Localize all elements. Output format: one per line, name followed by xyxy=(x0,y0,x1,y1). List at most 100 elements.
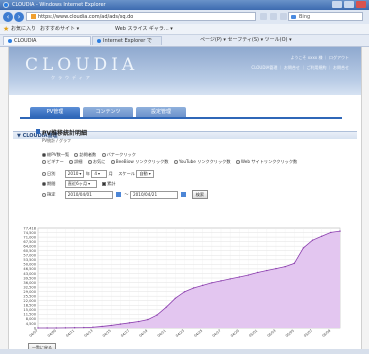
y-tick-label: 57,000 xyxy=(23,254,36,258)
data-point xyxy=(92,326,94,328)
web-slice-link[interactable]: Web スライス ギャラ... ▾ xyxy=(115,24,173,34)
radio-detail[interactable] xyxy=(69,160,74,164)
tab-ie[interactable]: Internet Explorer では... xyxy=(92,36,162,53)
search-button[interactable]: 検索 xyxy=(191,190,209,199)
data-point xyxy=(247,274,250,276)
tab-pv[interactable]: PV管理 xyxy=(30,107,80,117)
radio-website[interactable] xyxy=(235,160,240,164)
x-tick-label: 04/09 xyxy=(47,329,57,338)
x-tick-label: 05/07 xyxy=(303,329,313,338)
ie-icon xyxy=(3,2,9,8)
tab-favicon-icon xyxy=(8,38,12,43)
x-tick-label: 04/15 xyxy=(102,329,112,338)
url-text: https://www.cloudia.com/ad/ads/sq.do xyxy=(38,14,134,20)
data-point xyxy=(165,306,167,309)
tab-bar: CLOUDIA Internet Explorer では... ページ(P) ▾… xyxy=(0,35,369,53)
tab-contents[interactable]: コンテンツ xyxy=(83,107,133,117)
y-tick-label: 60,500 xyxy=(23,249,36,253)
range-to-field[interactable]: 2010/04/21 xyxy=(129,190,178,199)
y-tick-label: 74,500 xyxy=(23,231,36,235)
radio-favorites[interactable] xyxy=(87,160,92,164)
forward-arrow-icon[interactable]: › xyxy=(14,12,24,22)
calendar-icon[interactable] xyxy=(181,192,187,197)
user-info[interactable]: ようこそ xxxx 様 ｜ ログアウト xyxy=(290,55,349,61)
data-point xyxy=(192,287,195,289)
data-point xyxy=(321,235,323,237)
site-logo[interactable]: CLOUDIA xyxy=(25,55,138,75)
search-placeholder: Bing xyxy=(299,14,311,20)
refresh-icon[interactable] xyxy=(270,13,277,20)
y-tick-label: 46,500 xyxy=(23,267,36,271)
y-tick-label: 67,500 xyxy=(23,240,36,244)
radio-label: 詳細 xyxy=(74,159,83,164)
year-select[interactable]: 2010 xyxy=(64,170,85,178)
x-tick-label: 04/13 xyxy=(83,329,93,338)
scale-select[interactable]: 自動 xyxy=(136,170,154,178)
y-tick-label: 29,000 xyxy=(23,290,36,294)
x-tick-label: 04/27 xyxy=(212,329,222,338)
calendar-icon[interactable] xyxy=(116,192,122,197)
lock-icon[interactable] xyxy=(260,13,267,20)
period-select[interactable]: 直近6ヶ月 xyxy=(64,180,97,188)
y-tick-label: 43,000 xyxy=(23,272,36,276)
data-point xyxy=(229,278,231,280)
pv-chart: 77,418 74,500 71,000 67,500 64,000 60,500 57,0… xyxy=(12,224,348,342)
y-tick-label: 77,418 xyxy=(23,226,36,230)
radio-range[interactable] xyxy=(42,192,46,197)
data-point xyxy=(46,327,48,329)
radio-label: 期間 xyxy=(47,181,56,186)
radio-label: 日別 xyxy=(47,171,56,176)
data-point xyxy=(101,325,103,328)
radio-daily[interactable] xyxy=(42,172,46,176)
y-tick-label: 15,000 xyxy=(23,308,36,312)
y-tick-label: 22,000 xyxy=(23,299,36,303)
report-title: PV推移統計明細 xyxy=(35,129,88,137)
data-point xyxy=(64,327,67,329)
stop-icon[interactable] xyxy=(280,13,287,20)
star-icon[interactable]: ★ xyxy=(3,25,9,33)
data-point xyxy=(284,265,286,268)
radio-youtube[interactable] xyxy=(173,160,178,164)
radio-beebiow[interactable] xyxy=(110,160,115,164)
radio-beginner[interactable] xyxy=(42,160,46,164)
search-input[interactable]: Bing xyxy=(288,12,363,21)
suggested-sites-link[interactable]: おすすめサイト ▾ xyxy=(40,24,79,34)
y-tick-label: 11,500 xyxy=(23,313,36,317)
favorites-button[interactable]: お気に入り xyxy=(11,24,36,34)
radio-period[interactable] xyxy=(42,182,46,186)
maximize-button[interactable] xyxy=(344,1,354,8)
site-logo-subtitle: クラウディア xyxy=(51,75,93,80)
radio-total-pv[interactable] xyxy=(42,153,46,157)
command-bar[interactable]: ページ(P) ▾ セーフティ(S) ▾ ツール(O) ▾ xyxy=(200,35,292,46)
period-row: 期間 直近6ヶ月 累計 xyxy=(42,180,115,188)
range-from-field[interactable]: 2010/04/01 xyxy=(64,190,113,199)
data-point xyxy=(275,267,277,270)
radio-label: BeeBiow リンククリック数 xyxy=(115,159,169,164)
cumulative-checkbox[interactable] xyxy=(102,182,107,186)
x-tick-label: 05/03 xyxy=(267,329,277,338)
tab-favicon-icon xyxy=(97,38,101,43)
radio-visitors[interactable] xyxy=(74,153,79,157)
data-point xyxy=(330,231,332,234)
back-arrow-icon[interactable]: ‹ xyxy=(3,12,13,22)
y-tick-label: 36,000 xyxy=(23,281,36,285)
data-point xyxy=(128,322,131,324)
data-point xyxy=(73,327,76,329)
month-select[interactable]: 4 xyxy=(91,170,108,178)
close-button[interactable] xyxy=(356,1,366,8)
url-input[interactable]: https://www.cloudia.com/ad/ads/sq.do xyxy=(26,12,256,21)
radio-label: 総PV数一覧 xyxy=(47,152,70,157)
tab-cloudia[interactable]: CLOUDIA xyxy=(3,36,91,45)
radio-label: 訪問者数 xyxy=(79,152,97,157)
window-controls xyxy=(332,1,366,8)
header-links[interactable]: CLOUDIA管理 ｜ お問合せ ｜ ご利用規約 ｜ お問合せ xyxy=(251,65,349,71)
tab-settings[interactable]: 設定管理 xyxy=(136,107,186,117)
checkbox-label: 累計 xyxy=(107,181,116,186)
status-bar xyxy=(0,349,369,354)
range-separator: ～ xyxy=(124,191,129,197)
tab-underline xyxy=(20,117,342,119)
x-tick-label: 04/23 xyxy=(175,329,185,338)
minimize-button[interactable] xyxy=(332,1,342,8)
x-tick-label: 04/07 xyxy=(29,329,39,338)
radio-banner[interactable] xyxy=(101,153,106,157)
